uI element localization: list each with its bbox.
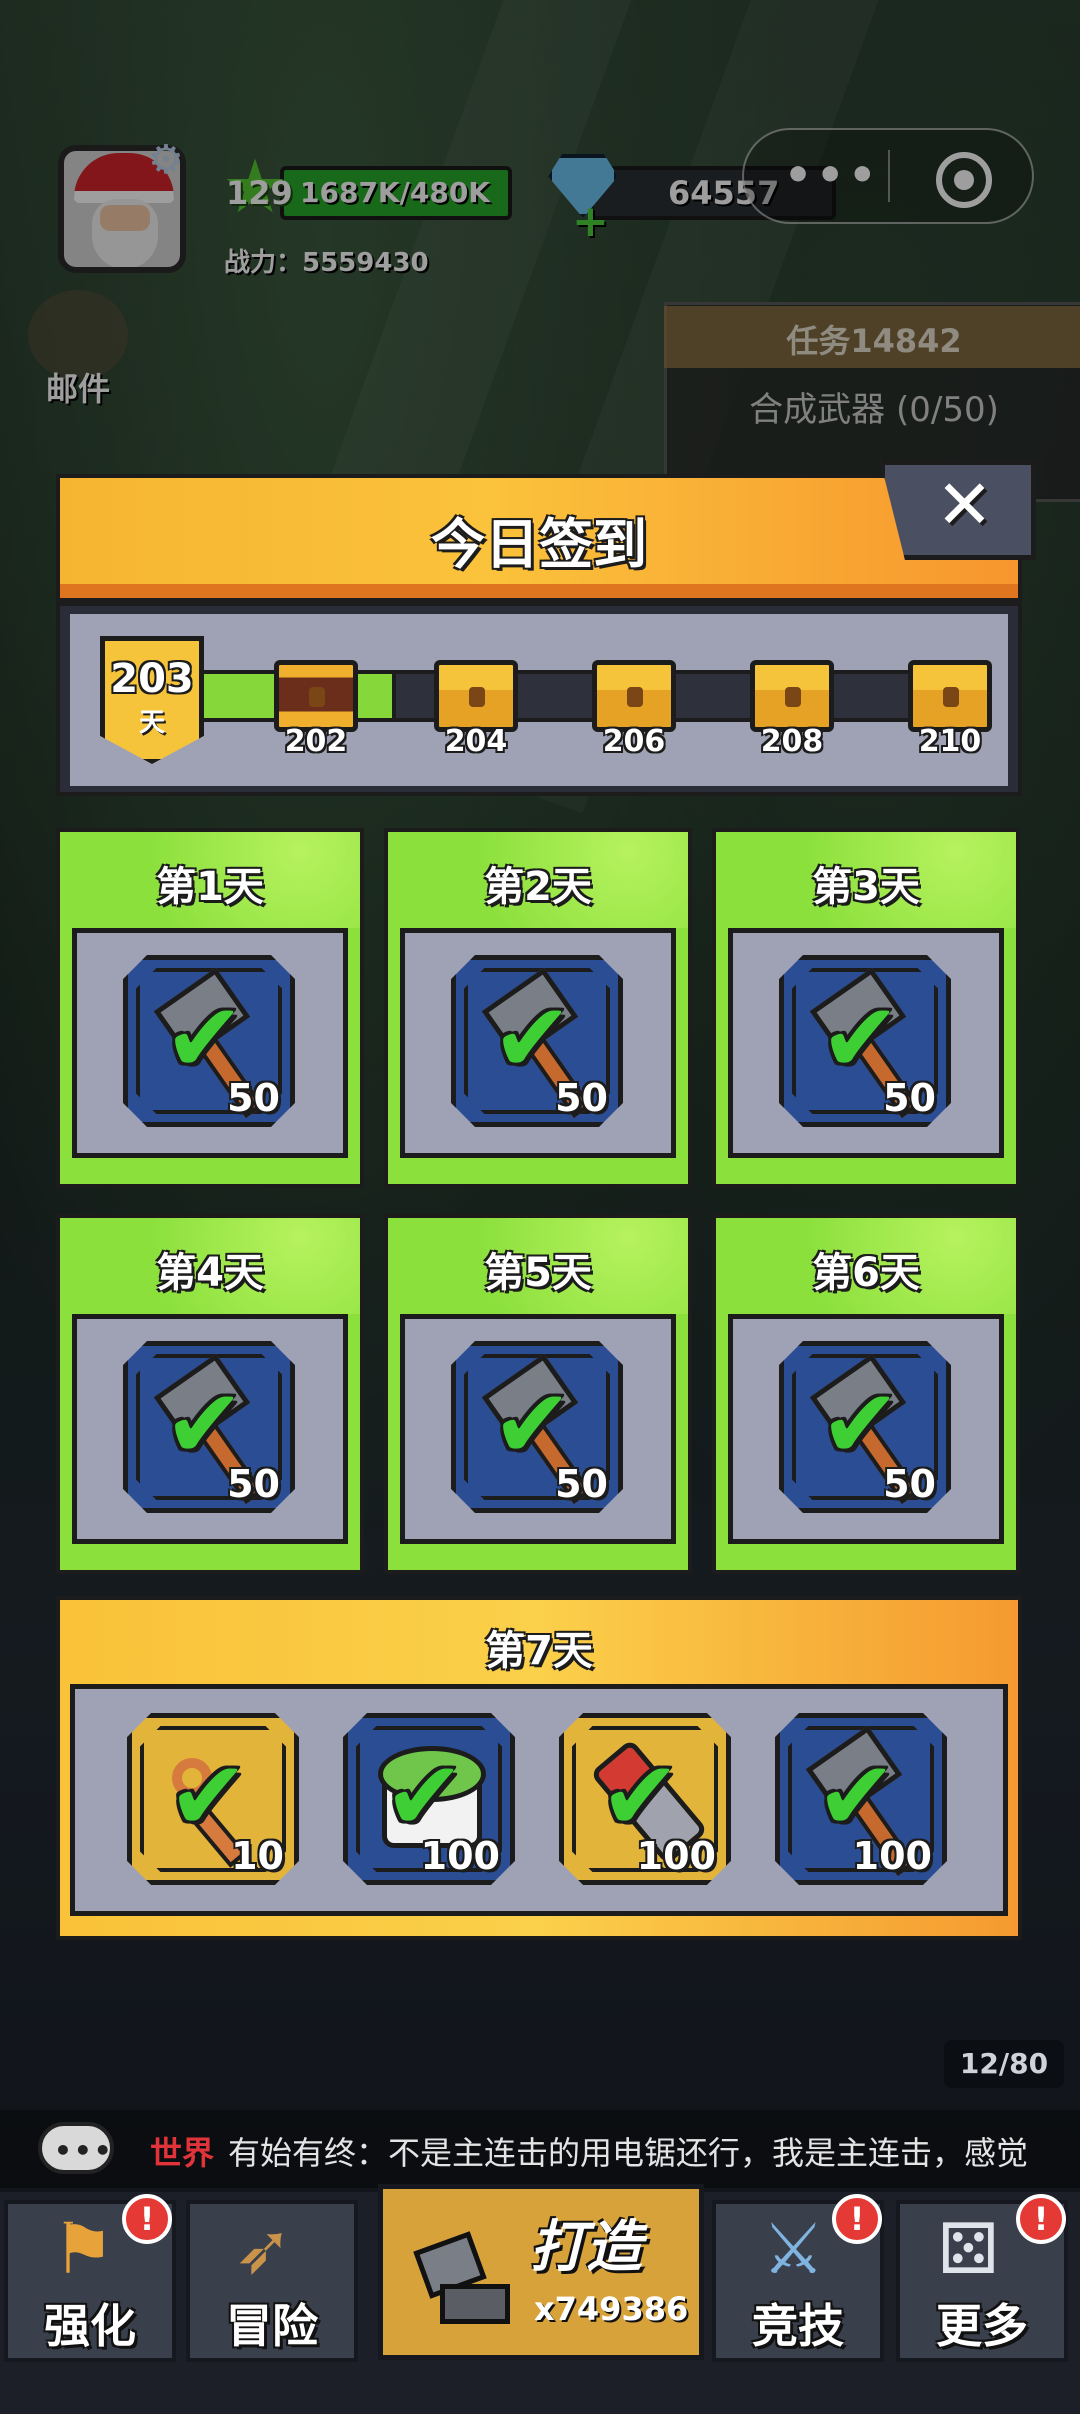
check-icon: ✔: [384, 1740, 465, 1852]
chest-icon[interactable]: [750, 660, 834, 732]
chest-icon[interactable]: [908, 660, 992, 732]
day-card-1[interactable]: 第1天 ✔ 50: [56, 828, 364, 1188]
day-card-4[interactable]: 第4天 ✔ 50: [56, 1214, 364, 1574]
check-icon: ✔: [492, 1368, 573, 1480]
day-label: 第1天: [156, 864, 264, 910]
day-card-5[interactable]: 第5天 ✔ 50: [384, 1214, 692, 1574]
reward-qty: 50: [227, 1076, 280, 1120]
reward-slot: ✔ 50: [400, 928, 676, 1158]
check-icon: ✔: [164, 982, 245, 1094]
reward-qty: 50: [555, 1076, 608, 1120]
battery-reward[interactable]: ✔ 100: [559, 1713, 731, 1885]
daily-signin-popup: 今日签到 ✕ 203 天 202 204 206 208 210 第1天 ✔ 5…: [56, 460, 1036, 1940]
reward-qty: 100: [852, 1834, 932, 1878]
forge-count: x749386: [534, 2290, 689, 2328]
reward-slot: ✔ 50: [728, 928, 1004, 1158]
reward-qty: 100: [636, 1834, 716, 1878]
check-icon: ✔: [600, 1740, 681, 1852]
sword-icon: ⚔: [762, 2208, 825, 2290]
chest-label: 202: [284, 724, 348, 759]
popup-title: 今日签到: [431, 513, 647, 576]
chest-icon[interactable]: [592, 660, 676, 732]
arena-alert-badge: !: [832, 2194, 882, 2244]
day-label: 第6天: [812, 1250, 920, 1296]
nav-enhance-label: 强化: [44, 2299, 136, 2353]
hammer-reward[interactable]: ✔ 50: [779, 1341, 951, 1513]
check-icon: ✔: [492, 982, 573, 1094]
current-day-unit: 天: [138, 708, 165, 738]
day-card-3[interactable]: 第3天 ✔ 50: [712, 828, 1020, 1188]
current-day-number: 203: [110, 656, 194, 702]
day-card-6[interactable]: 第6天 ✔ 50: [712, 1214, 1020, 1574]
check-icon: ✔: [164, 1368, 245, 1480]
reward-qty: 50: [227, 1462, 280, 1506]
reward-qty: 50: [883, 1076, 936, 1120]
close-icon[interactable]: ✕: [936, 466, 993, 545]
anvil-icon: [410, 2220, 510, 2330]
chat-count: 12/80: [944, 2040, 1064, 2088]
dice-icon: ⚄: [938, 2208, 999, 2290]
chest-label: 206: [602, 724, 666, 759]
hammer-reward[interactable]: ✔ 50: [779, 955, 951, 1127]
reward-qty: 50: [555, 1462, 608, 1506]
reward-slot: ✔ 10 ✔ 100 ✔ 100 ✔ 100: [70, 1684, 1008, 1916]
nav-more-label: 更多: [936, 2299, 1028, 2353]
chest-label: 204: [444, 724, 508, 759]
nav-arena-label: 竞技: [752, 2299, 844, 2353]
hammer-reward[interactable]: ✔ 50: [123, 1341, 295, 1513]
nav-adventure-label: 冒险: [226, 2299, 318, 2353]
day-card-7[interactable]: 第7天 ✔ 10 ✔ 100 ✔ 100 ✔ 100: [56, 1596, 1022, 1940]
reward-qty: 10: [231, 1834, 284, 1878]
reward-slot: ✔ 50: [728, 1314, 1004, 1544]
chest-label: 208: [760, 724, 824, 759]
bow-icon: ➶: [234, 2208, 293, 2290]
key-reward[interactable]: ✔ 10: [127, 1713, 299, 1885]
check-icon: ✔: [820, 1368, 901, 1480]
enhance-icon: ⚑: [52, 2208, 115, 2290]
hammer-reward[interactable]: ✔ 50: [123, 955, 295, 1127]
chat-channel: 世界: [150, 2134, 215, 2172]
enhance-alert-badge: !: [122, 2194, 172, 2244]
check-icon: ✔: [820, 982, 901, 1094]
day-card-2[interactable]: 第2天 ✔ 50: [384, 828, 692, 1188]
chest-icon[interactable]: [434, 660, 518, 732]
check-icon: ✔: [816, 1740, 897, 1852]
chest-label: 210: [918, 724, 982, 759]
reward-qty: 50: [883, 1462, 936, 1506]
hammer-reward[interactable]: ✔ 100: [775, 1713, 947, 1885]
chat-message[interactable]: 世界 有始有终：不是主连击的用电锯还行，我是主连击，感觉: [150, 2128, 1080, 2174]
check-icon: ✔: [168, 1740, 249, 1852]
day-label: 第7天: [485, 1628, 593, 1674]
nav-forge-label: 打造: [530, 2215, 642, 2280]
day-label: 第5天: [484, 1250, 592, 1296]
hammer-reward[interactable]: ✔ 50: [451, 1341, 623, 1513]
reward-qty: 100: [420, 1834, 500, 1878]
drum-reward[interactable]: ✔ 100: [343, 1713, 515, 1885]
day-label: 第2天: [484, 864, 592, 910]
day-label: 第3天: [812, 864, 920, 910]
chat-message-text: 有始有终：不是主连击的用电锯还行，我是主连击，感觉: [228, 2134, 1029, 2172]
chest-icon[interactable]: [274, 660, 358, 732]
hammer-reward[interactable]: ✔ 50: [451, 955, 623, 1127]
day-label: 第4天: [156, 1250, 264, 1296]
reward-slot: ✔ 50: [72, 1314, 348, 1544]
chat-bubble-icon[interactable]: •••: [38, 2122, 114, 2174]
reward-slot: ✔ 50: [72, 928, 348, 1158]
reward-slot: ✔ 50: [400, 1314, 676, 1544]
more-alert-badge: !: [1016, 2194, 1066, 2244]
